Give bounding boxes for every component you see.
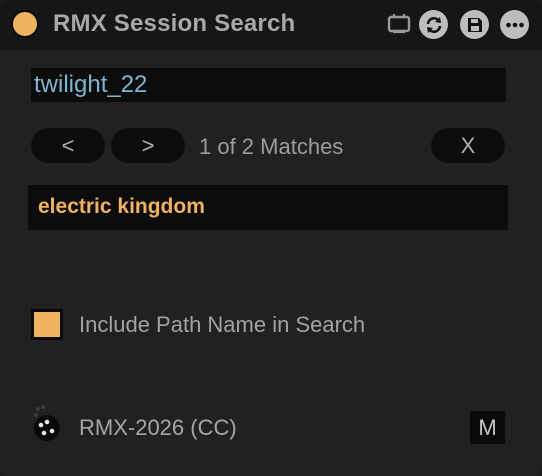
- midi-device-icon: [30, 404, 62, 446]
- session-search-window: RMX Session Search twilight_22 < > 1 of …: [0, 0, 542, 476]
- next-match-button[interactable]: >: [111, 128, 185, 163]
- mode-button[interactable]: M: [470, 411, 505, 444]
- include-path-label: Include Path Name in Search: [79, 312, 366, 337]
- status-dot-icon[interactable]: [11, 10, 39, 38]
- match-result-field[interactable]: electric kingdom: [28, 185, 508, 230]
- device-label: RMX-2026 (CC): [79, 415, 237, 440]
- match-status: 1 of 2 Matches: [199, 134, 344, 159]
- clear-search-button[interactable]: X: [431, 128, 505, 163]
- window-title: RMX Session Search: [53, 10, 296, 37]
- more-icon[interactable]: [500, 10, 529, 39]
- previous-match-button[interactable]: <: [31, 128, 105, 163]
- search-input[interactable]: twilight_22: [31, 68, 506, 102]
- save-icon[interactable]: [460, 10, 489, 39]
- include-path-checkbox[interactable]: [31, 309, 63, 340]
- refresh-icon[interactable]: [419, 10, 448, 39]
- title-bar: RMX Session Search: [0, 0, 542, 50]
- tv-icon[interactable]: [386, 11, 412, 37]
